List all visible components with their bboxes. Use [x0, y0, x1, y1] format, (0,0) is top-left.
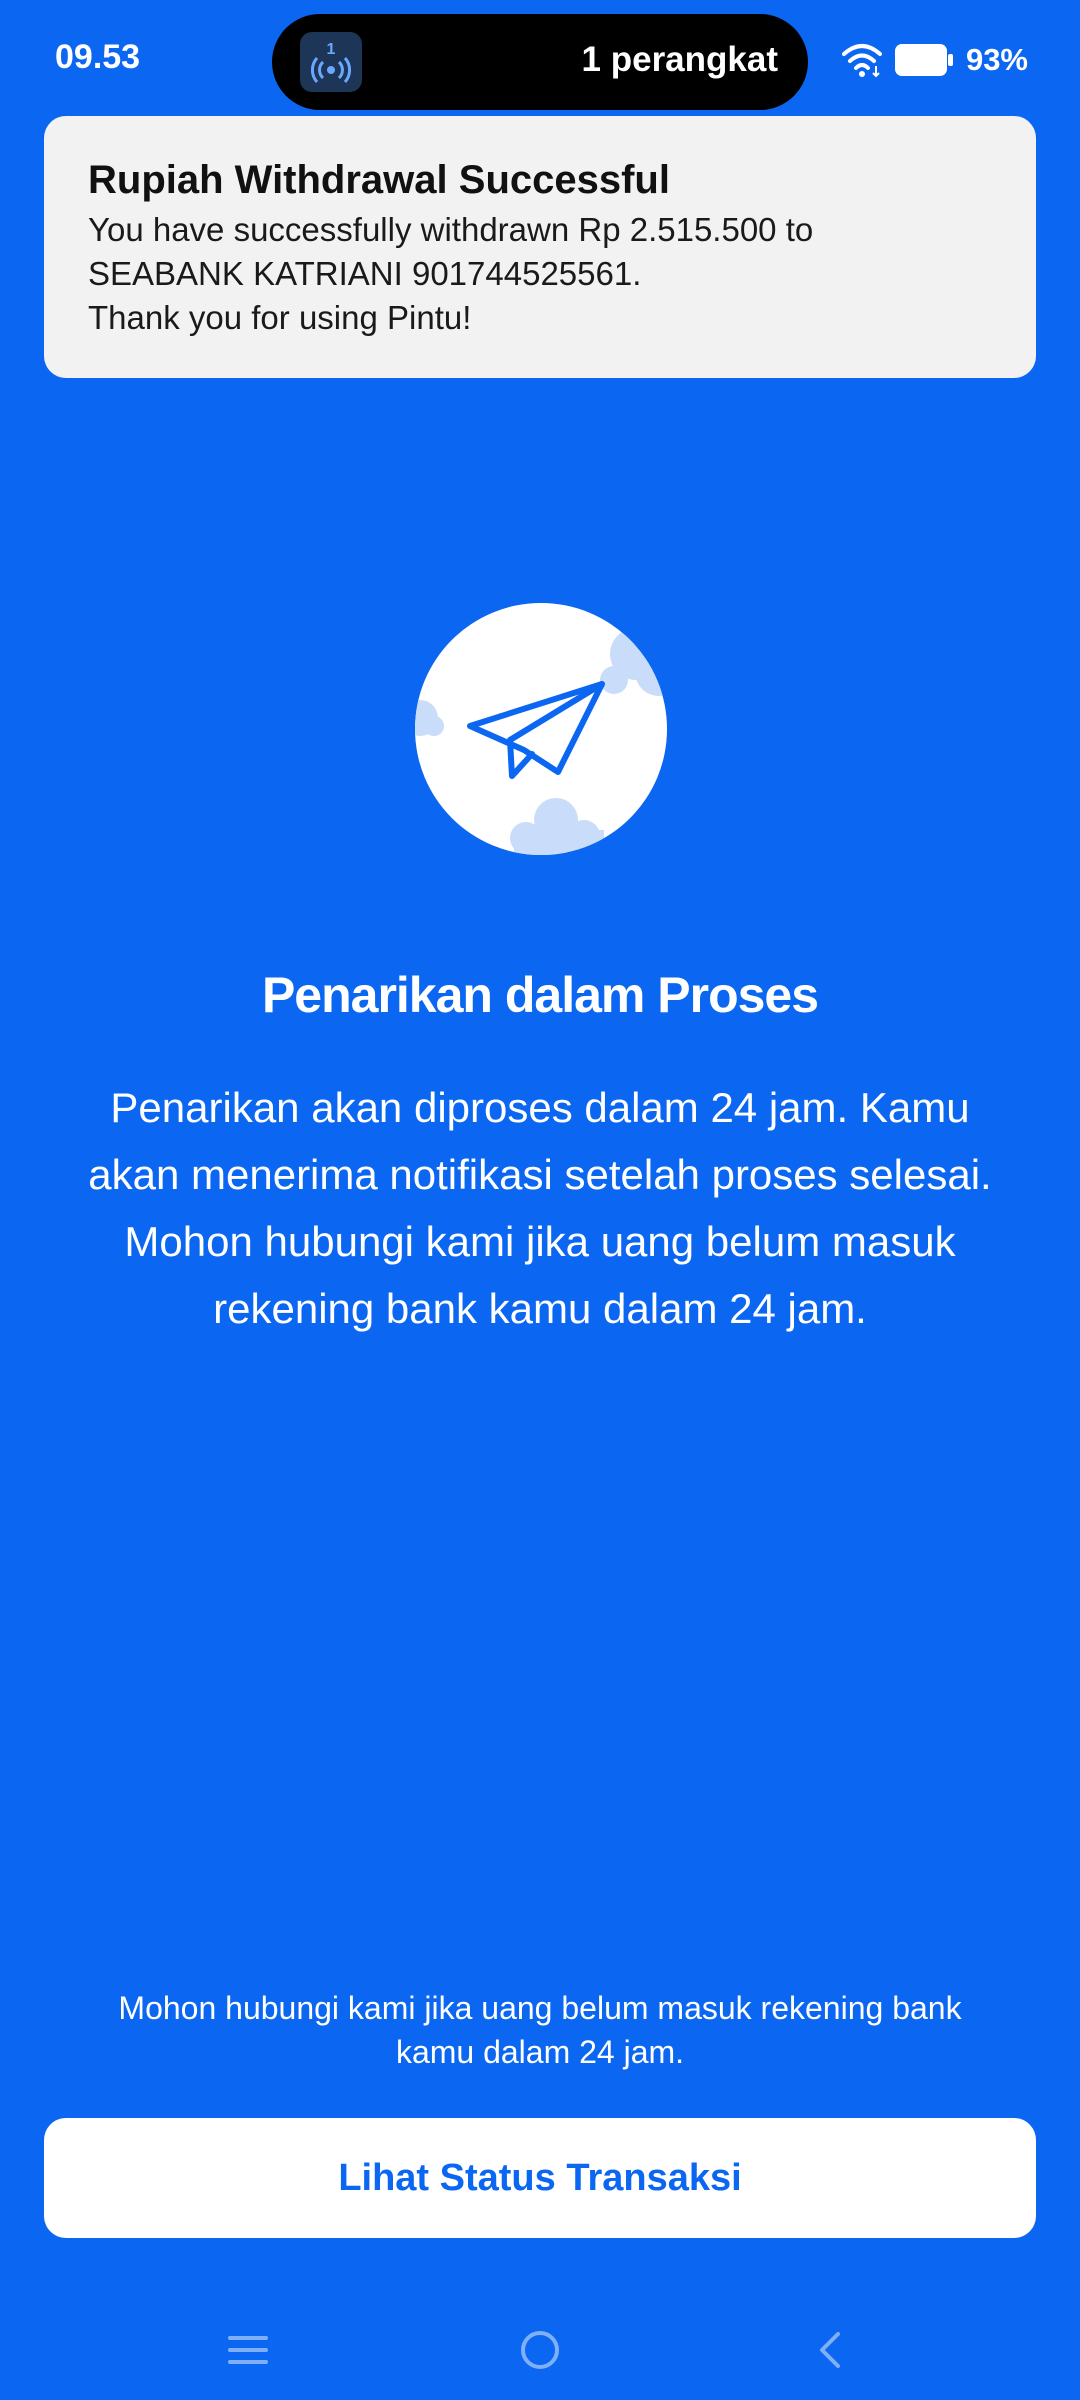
status-time: 09.53: [55, 38, 141, 76]
notification-line: You have successfully withdrawn Rp 2.515…: [88, 211, 814, 248]
hotspot-icon: 1: [300, 32, 362, 92]
menu-icon[interactable]: [208, 2310, 288, 2390]
navigation-bar: [0, 2300, 1080, 2400]
page-description: Penarikan akan diproses dalam 24 jam. Ka…: [88, 1084, 992, 1332]
page-title: Penarikan dalam Proses: [261, 967, 819, 1023]
notification-line: Thank you for using Pintu!: [88, 299, 472, 336]
island-text: 1 perangkat: [581, 40, 778, 79]
status-bar: 09.53 1 1 perangkat 93%: [0, 0, 1080, 120]
home-icon[interactable]: [500, 2310, 580, 2390]
back-icon[interactable]: [792, 2310, 872, 2390]
battery-icon: [894, 44, 953, 76]
notification-line: SEABANK KATRIANI 901744525561.: [88, 255, 642, 292]
footer-note: Mohon hubungi kami jika uang belum masuk…: [118, 1990, 962, 2070]
paper-plane-icon: [415, 603, 667, 855]
status-icons: 93%: [841, 40, 1028, 80]
view-transaction-status-button[interactable]: Lihat Status Transaksi: [44, 2118, 1036, 2238]
wifi-icon: [841, 44, 882, 78]
dynamic-island[interactable]: 1 1 perangkat: [272, 14, 808, 110]
notification-banner[interactable]: Rupiah Withdrawal Successful You have su…: [44, 116, 1036, 378]
hotspot-badge: 1: [327, 41, 336, 58]
battery-percentage: 93%: [965, 42, 1028, 77]
notification-body: You have successfully withdrawn Rp 2.515…: [88, 208, 992, 340]
notification-title: Rupiah Withdrawal Successful: [88, 158, 670, 202]
